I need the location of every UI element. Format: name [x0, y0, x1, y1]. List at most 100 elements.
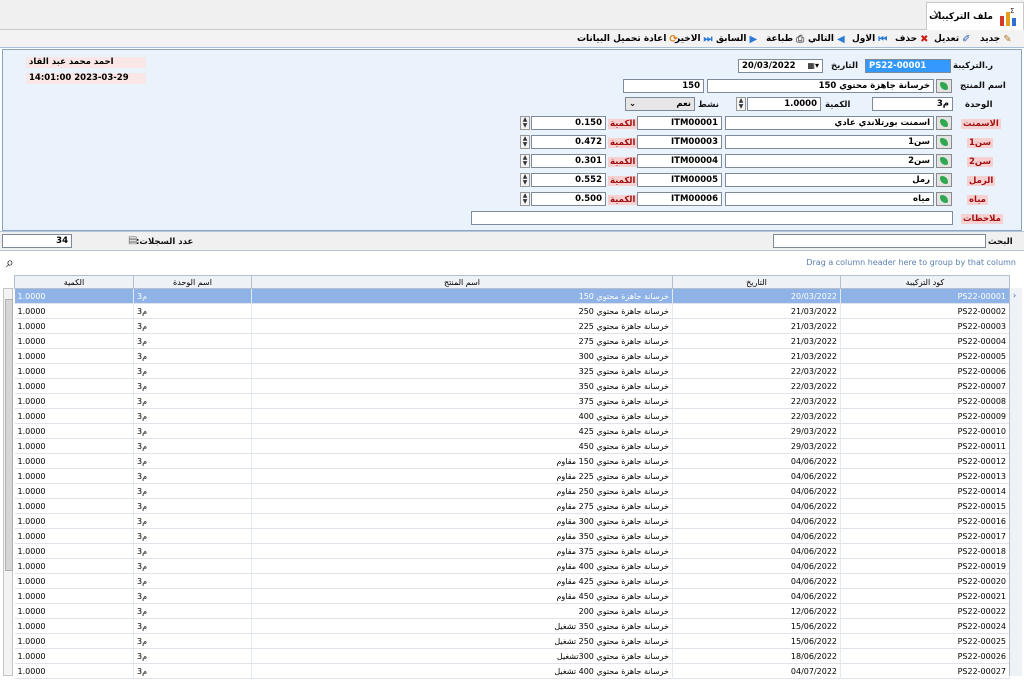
component-name-field[interactable]: سن1	[725, 135, 934, 149]
calendar-icon[interactable]: ▦▾	[807, 60, 819, 72]
first-button[interactable]: ⏮ الاول	[852, 32, 887, 46]
product-code-field[interactable]: 150	[623, 79, 704, 93]
component-qty-field[interactable]: 0.472	[531, 135, 606, 149]
component-lookup-icon[interactable]	[936, 135, 952, 149]
cell-code: PS22-00003	[840, 318, 1010, 334]
table-row[interactable]: 1.0000 م3 خرسانة جاهزة محتوي 450 29/03/2022…	[14, 438, 1010, 454]
unit-label: الوحدة	[965, 100, 993, 110]
table-row[interactable]: 1.0000 م3 خرسانة جاهزة محتوي 225 21/03/2022…	[14, 318, 1010, 334]
cell-product: خرسانة جاهزة محتوي 275 مقاوم	[251, 498, 673, 514]
table-row[interactable]: 1.0000 م3 خرسانة جاهزة محتوي 300تشغيل 18/06…	[14, 648, 1010, 664]
product-name-field[interactable]: خرسانة جاهزة محتوي 150	[707, 79, 934, 93]
cell-date: 04/06/2022	[672, 558, 841, 574]
cell-qty: 1.0000	[14, 528, 134, 544]
table-row[interactable]: 1.0000 م3 خرسانة جاهزة محتوي 225 مقاوم 04/0…	[14, 468, 1010, 484]
component-code-field[interactable]: ITM00001	[637, 116, 722, 130]
component-code-field[interactable]: ITM00003	[637, 135, 722, 149]
svg-text:Σ: Σ	[1010, 7, 1014, 15]
table-row[interactable]: 1.0000 م3 خرسانة جاهزة محتوي 400 22/03/2022…	[14, 408, 1010, 424]
comp-no-field[interactable]: PS22-00001	[865, 59, 951, 73]
col-header-code[interactable]: كود التركيبة	[840, 275, 1010, 289]
qty-field[interactable]: 1.0000	[747, 97, 821, 111]
notes-field[interactable]	[471, 211, 953, 225]
col-header-unit[interactable]: اسم الوحدة	[133, 275, 252, 289]
component-qty-stepper[interactable]: ▲ ▼	[520, 173, 530, 187]
component-lookup-icon[interactable]	[936, 173, 952, 187]
table-row[interactable]: 1.0000 م3 خرسانة جاهزة محتوي 300 مقاوم 04/0…	[14, 513, 1010, 529]
reload-button[interactable]: ⟳ اعادة تحميل البيانات	[577, 32, 678, 46]
table-row[interactable]: 1.0000 م3 خرسانة جاهزة محتوي 150 مقاوم 04/0…	[14, 453, 1010, 469]
cell-product: خرسانة جاهزة محتوي 250 مقاوم	[251, 483, 673, 499]
component-code-field[interactable]: ITM00006	[637, 192, 722, 206]
table-row[interactable]: 1.0000 م3 خرسانة جاهزة محتوي 375 22/03/2022…	[14, 393, 1010, 409]
component-lookup-icon[interactable]	[936, 192, 952, 206]
table-row[interactable]: 1.0000 م3 خرسانة جاهزة محتوي 250 تشغيل 15/0…	[14, 633, 1010, 649]
component-qty-field[interactable]: 0.150	[531, 116, 606, 130]
table-row[interactable]: 1.0000 م3 خرسانة جاهزة محتوي 350 تشغيل 15/0…	[14, 618, 1010, 634]
component-qty-stepper[interactable]: ▲ ▼	[520, 135, 530, 149]
col-header-product[interactable]: اسم المنتج	[251, 275, 673, 289]
component-code-field[interactable]: ITM00004	[637, 154, 722, 168]
cell-qty: 1.0000	[14, 588, 134, 604]
component-code-field[interactable]: ITM00005	[637, 173, 722, 187]
scrollbar-thumb[interactable]	[5, 299, 13, 571]
search-icon[interactable]: ⌕	[6, 255, 14, 271]
table-row[interactable]: 1.0000 م3 خرسانة جاهزة محتوي 450 مقاوم 04/0…	[14, 588, 1010, 604]
table-row[interactable]: 1.0000 م3 خرسانة جاهزة محتوي 200 12/06/2022…	[14, 603, 1010, 619]
new-button[interactable]: ✎ جديد	[980, 32, 1012, 46]
component-qty-label: الكمية	[608, 157, 638, 167]
col-header-qty[interactable]: الكمية	[14, 275, 134, 289]
component-qty-field[interactable]: 0.552	[531, 173, 606, 187]
prev-button[interactable]: ▶ السابق	[716, 32, 757, 46]
cell-code: PS22-00014	[840, 483, 1010, 499]
product-lookup-icon[interactable]	[936, 79, 952, 93]
cell-qty: 1.0000	[14, 603, 134, 619]
table-row[interactable]: 1.0000 م3 خرسانة جاهزة محتوي 350 22/03/2022…	[14, 378, 1010, 394]
component-lookup-icon[interactable]	[936, 154, 952, 168]
table-row[interactable]: 1.0000 م3 خرسانة جاهزة محتوي 400 مقاوم 04/0…	[14, 558, 1010, 574]
active-select[interactable]: نعم ⌄	[625, 97, 695, 111]
table-row[interactable]: 1.0000 م3 خرسانة جاهزة محتوي 250 21/03/2022…	[14, 303, 1010, 319]
component-name-field[interactable]: مياه	[725, 192, 934, 206]
table-row[interactable]: 1.0000 م3 خرسانة جاهزة محتوي 375 مقاوم 04/0…	[14, 543, 1010, 559]
table-row[interactable]: 1.0000 م3 خرسانة جاهزة محتوي 425 29/03/2022…	[14, 423, 1010, 439]
table-row[interactable]: 1.0000 م3 خرسانة جاهزة محتوي 250 مقاوم 04/0…	[14, 483, 1010, 499]
edit-button[interactable]: ✐ تعديل	[934, 32, 970, 46]
delete-button[interactable]: ✖ حذف	[895, 32, 929, 46]
col-header-date[interactable]: التاريخ	[672, 275, 841, 289]
table-row[interactable]: 1.0000 م3 خرسانة جاهزة محتوي 275 21/03/2022…	[14, 333, 1010, 349]
tab-compositions[interactable]: ملف التركيبات X Σ	[926, 2, 1024, 30]
table-row[interactable]: 1.0000 م3 خرسانة جاهزة محتوي 150 20/03/2022…	[14, 288, 1010, 304]
component-qty-field[interactable]: 0.301	[531, 154, 606, 168]
last-button[interactable]: ⏭ الاخير	[675, 32, 713, 46]
search-input[interactable]	[773, 234, 986, 248]
print-button[interactable]: ⎙ طباعة	[766, 32, 804, 46]
date-field[interactable]: 20/03/2022 ▦▾	[738, 59, 823, 73]
cell-code: PS22-00016	[840, 513, 1010, 529]
component-name-field[interactable]: سن2	[725, 154, 934, 168]
table-row[interactable]: 1.0000 م3 خرسانة جاهزة محتوي 325 22/03/2022…	[14, 363, 1010, 379]
table-row[interactable]: 1.0000 م3 خرسانة جاهزة محتوي 275 مقاوم 04/0…	[14, 498, 1010, 514]
next-button[interactable]: ◀ التالي	[808, 32, 845, 46]
component-qty-stepper[interactable]: ▲ ▼	[520, 192, 530, 206]
table-row[interactable]: 1.0000 م3 خرسانة جاهزة محتوي 300 21/03/2022…	[14, 348, 1010, 364]
cell-product: خرسانة جاهزة محتوي 375 مقاوم	[251, 543, 673, 559]
cell-qty: 1.0000	[14, 408, 134, 424]
component-qty-stepper[interactable]: ▲ ▼	[520, 116, 530, 130]
cell-unit: م3	[133, 378, 252, 394]
component-qty-stepper[interactable]: ▲ ▼	[520, 154, 530, 168]
first-icon: ⏮	[878, 33, 888, 45]
component-name-field[interactable]: اسمنت بورتلاندي عادي	[725, 116, 934, 130]
unit-field[interactable]: م3	[872, 97, 953, 111]
vertical-scrollbar[interactable]	[3, 288, 13, 676]
close-tab-icon[interactable]: X	[933, 9, 941, 22]
table-row[interactable]: 1.0000 م3 خرسانة جاهزة محتوي 400 تشغيل 04/0…	[14, 663, 1010, 679]
qty-stepper[interactable]: ▲ ▼	[736, 97, 746, 111]
table-row[interactable]: 1.0000 م3 خرسانة جاهزة محتوي 350 مقاوم 04/0…	[14, 528, 1010, 544]
component-lookup-icon[interactable]	[936, 116, 952, 130]
active-value: نعم	[676, 99, 691, 109]
print-label: طباعة	[766, 34, 794, 44]
table-row[interactable]: 1.0000 م3 خرسانة جاهزة محتوي 425 مقاوم 04/0…	[14, 573, 1010, 589]
component-name-field[interactable]: رمل	[725, 173, 934, 187]
component-qty-field[interactable]: 0.500	[531, 192, 606, 206]
